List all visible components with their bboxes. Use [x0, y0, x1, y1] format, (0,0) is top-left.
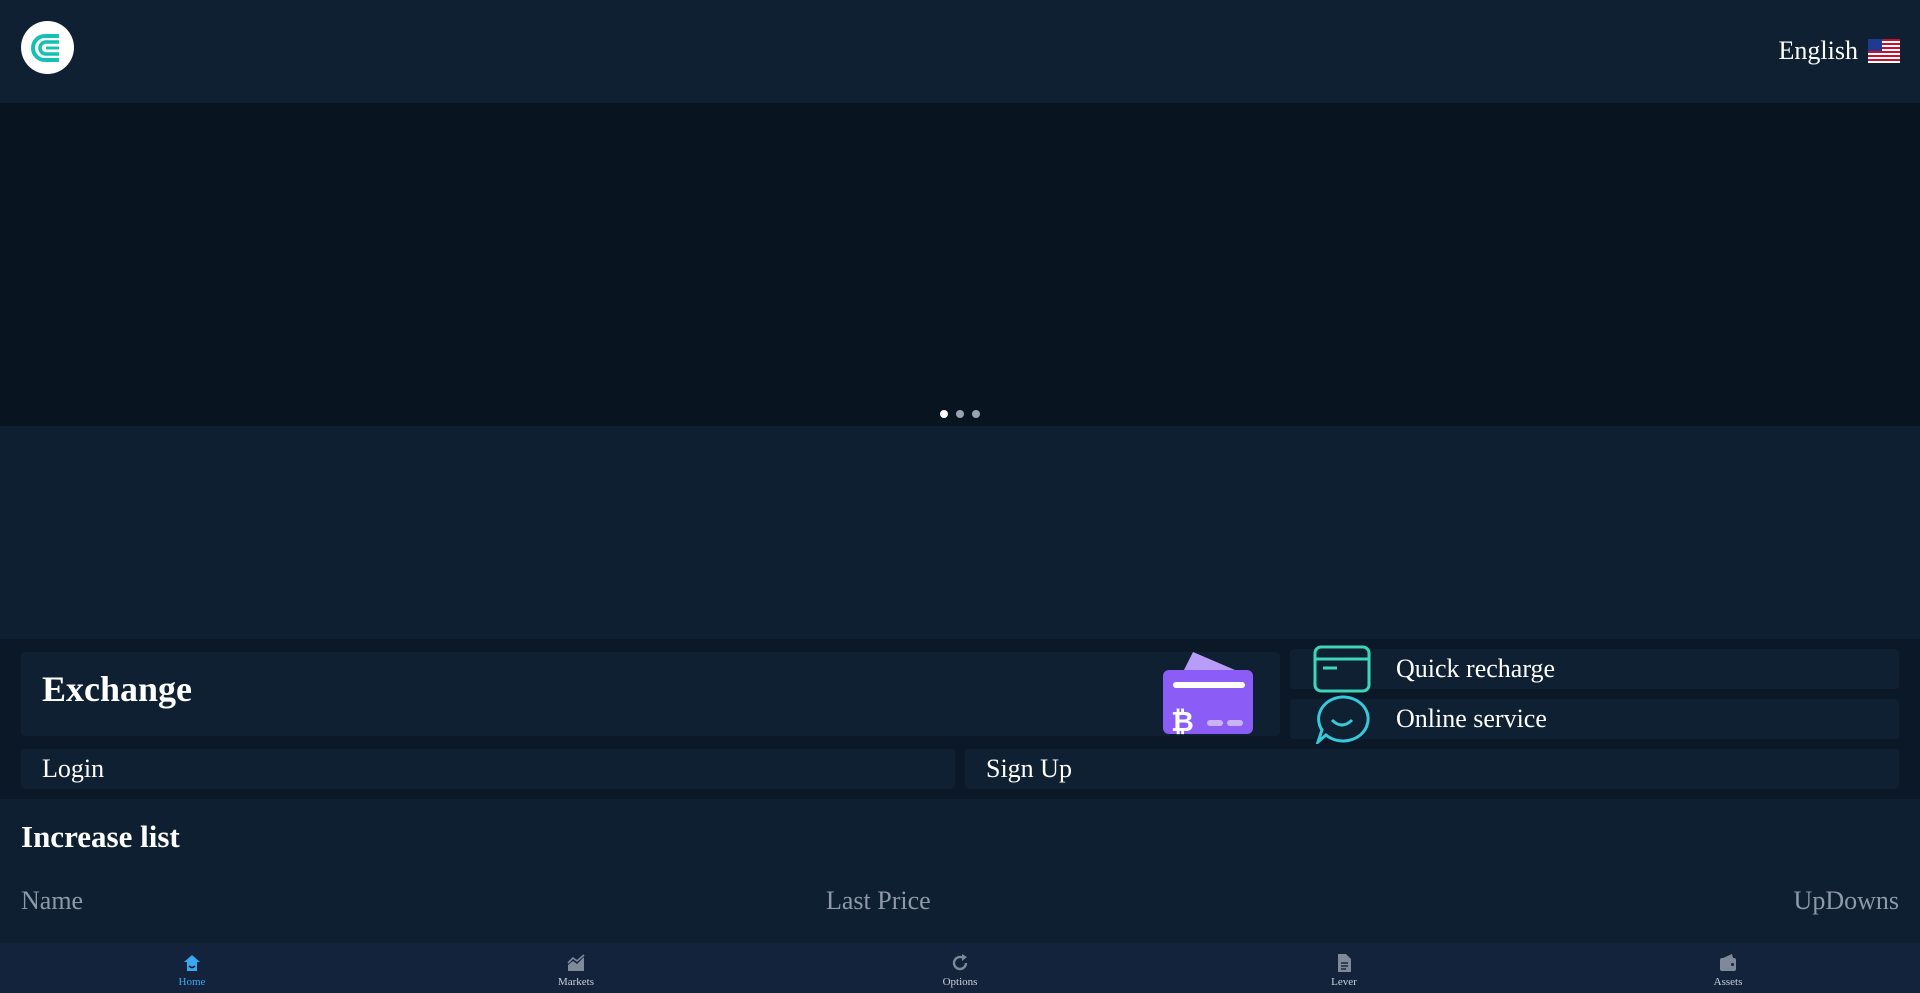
column-header-updowns: UpDowns — [1793, 886, 1899, 915]
exchange-card[interactable]: Exchange ₿ — [21, 652, 1280, 738]
online-service-card[interactable]: Online service — [1290, 695, 1899, 744]
exchange-title: Exchange — [42, 669, 193, 709]
quick-recharge-card[interactable]: Quick recharge — [1290, 645, 1899, 693]
us-flag-icon — [1868, 39, 1900, 63]
chart-icon — [567, 954, 585, 971]
nav-label-home: Home — [178, 976, 206, 988]
nav-label-assets: Assets — [1713, 976, 1743, 988]
refresh-icon — [952, 954, 968, 971]
quick-actions-section: Exchange ₿ Quick recharge Online service… — [0, 639, 1920, 799]
nav-label-options: Options — [942, 976, 978, 988]
nav-item-markets[interactable]: Markets — [384, 943, 768, 993]
nav-label-markets: Markets — [557, 976, 595, 988]
carousel-indicators — [0, 410, 1920, 418]
nav-label-lever: Lever — [1331, 976, 1357, 988]
nav-item-lever[interactable]: Lever — [1152, 943, 1536, 993]
wallet-icon — [1720, 954, 1736, 971]
language-label: English — [1778, 36, 1858, 65]
logo-mark-icon — [30, 33, 59, 62]
signup-label: Sign Up — [986, 754, 1072, 783]
column-header-name: Name — [21, 886, 84, 915]
nav-item-assets[interactable]: Assets — [1536, 943, 1920, 993]
signup-button[interactable]: Sign Up — [965, 749, 1899, 789]
home-icon — [184, 955, 200, 971]
language-selector[interactable]: English — [1779, 36, 1900, 66]
nav-item-options[interactable]: Options — [768, 943, 1152, 993]
quick-recharge-label: Quick recharge — [1396, 654, 1556, 683]
bitcoin-card-icon: ₿ — [1163, 652, 1253, 738]
carousel-dot-2[interactable] — [956, 410, 964, 418]
bottom-navigation: Home Markets Options Lever Assets — [0, 943, 1920, 993]
document-icon — [1338, 954, 1351, 972]
column-header-last-price: Last Price — [826, 886, 931, 915]
promo-banner-carousel[interactable] — [0, 103, 1920, 426]
brand-logo[interactable] — [21, 21, 74, 74]
login-button[interactable]: Login — [21, 749, 955, 789]
carousel-dot-1[interactable] — [940, 410, 948, 418]
increase-list-section: Increase list Name Last Price UpDowns — [0, 799, 1920, 943]
login-label: Login — [42, 754, 105, 783]
increase-list-title: Increase list — [21, 819, 180, 854]
svg-text:₿: ₿ — [1171, 705, 1194, 738]
online-service-label: Online service — [1396, 704, 1547, 733]
nav-item-home[interactable]: Home — [0, 943, 384, 993]
notice-area — [0, 426, 1920, 639]
recharge-card-icon — [1313, 645, 1371, 693]
carousel-dot-3[interactable] — [972, 410, 980, 418]
top-header: English — [0, 0, 1920, 103]
chat-bubble-icon — [1315, 695, 1370, 744]
